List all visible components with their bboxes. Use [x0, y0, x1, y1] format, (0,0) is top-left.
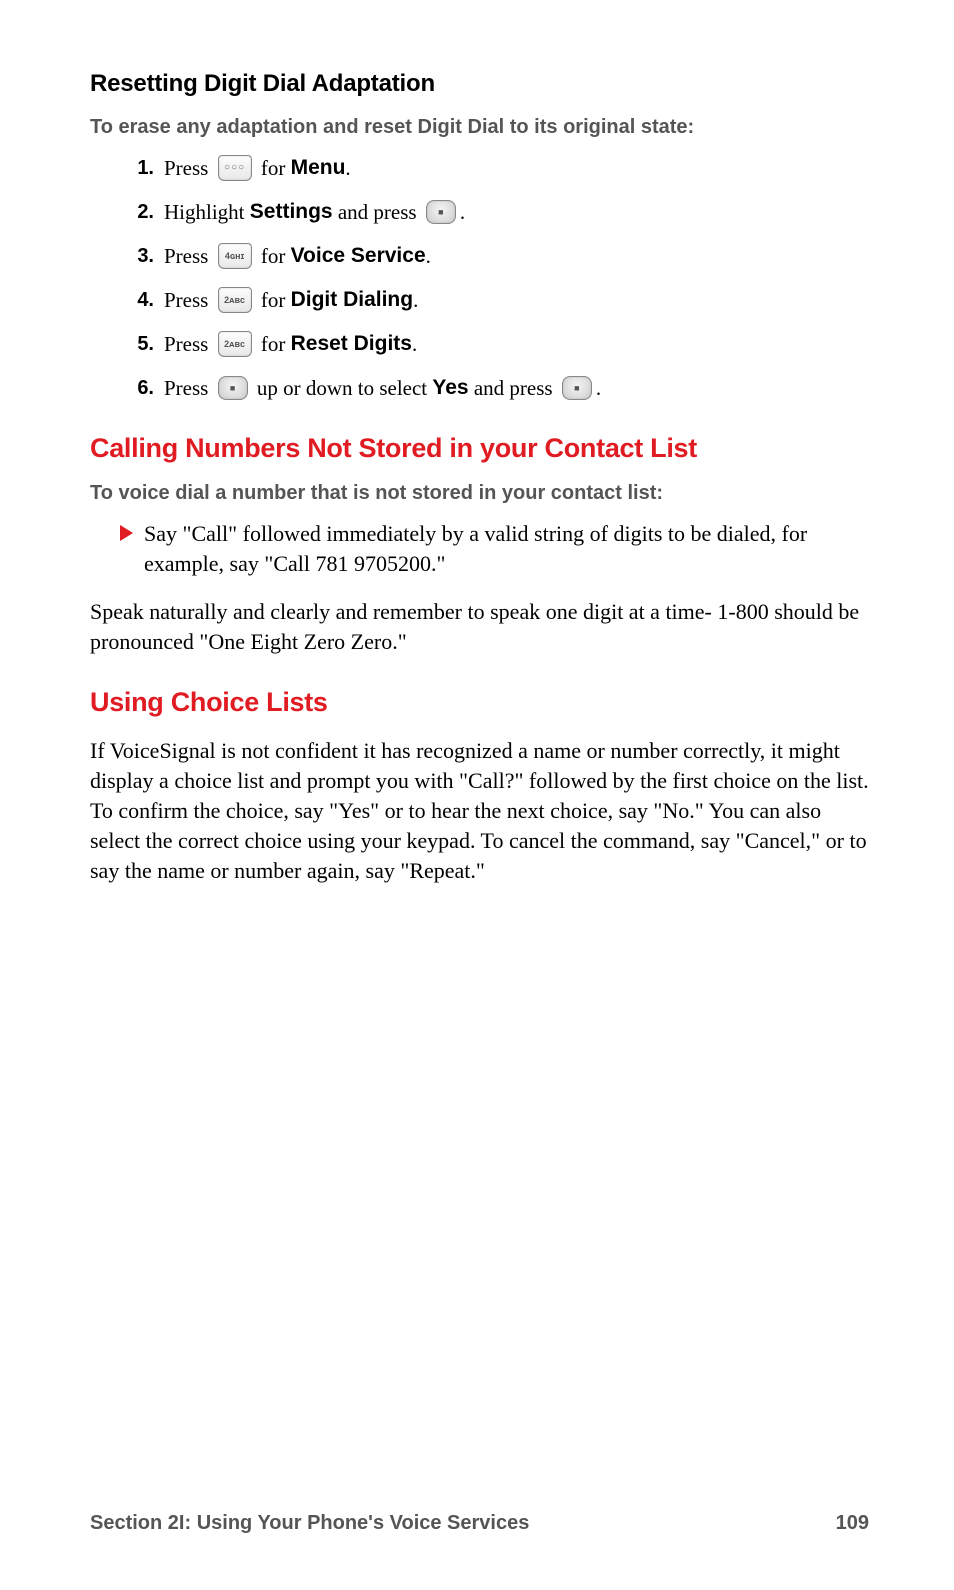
ok-key-icon: ■: [218, 376, 248, 400]
t: Press: [164, 373, 214, 403]
t: .: [460, 197, 465, 227]
heading-reset: Resetting Digit Dial Adaptation: [90, 70, 869, 98]
t: .: [596, 373, 601, 403]
t: for: [256, 153, 291, 183]
t: for: [256, 329, 291, 359]
t: for: [256, 285, 291, 315]
intro-calling: To voice dial a number that is not store…: [90, 482, 869, 505]
bullet-text: Say "Call" followed immediately by a val…: [144, 519, 869, 579]
t: .: [345, 153, 350, 183]
step-6: 6. Press ■ up or down to select Yes and …: [130, 373, 869, 403]
2abc-key-icon: 2ᴀʙᴄ: [218, 331, 252, 357]
heading-choice: Using Choice Lists: [90, 687, 869, 718]
t: and press: [333, 197, 422, 227]
para-choice: If VoiceSignal is not confident it has r…: [90, 736, 869, 886]
step-num: 1.: [130, 153, 164, 183]
intro-reset: To erase any adaptation and reset Digit …: [90, 116, 869, 139]
footer-section: Section 2I: Using Your Phone's Voice Ser…: [90, 1512, 529, 1535]
step-num: 6.: [130, 373, 164, 403]
bullet-call: Say "Call" followed immediately by a val…: [90, 519, 869, 579]
step-num: 3.: [130, 241, 164, 271]
ok-key-icon: ■: [562, 376, 592, 400]
t: Yes: [432, 373, 468, 403]
steps-list: 1. Press ○○○ for Menu . 2. Highlight Set…: [90, 153, 869, 403]
heading-calling: Calling Numbers Not Stored in your Conta…: [90, 433, 869, 464]
t: Reset Digits: [291, 329, 412, 359]
page-number: 109: [836, 1512, 869, 1535]
t: .: [413, 285, 418, 315]
t: Press: [164, 241, 214, 271]
step-num: 4.: [130, 285, 164, 315]
menu-key-icon: ○○○: [218, 155, 252, 181]
2abc-key-icon: 2ᴀʙᴄ: [218, 287, 252, 313]
triangle-icon: [120, 525, 133, 541]
step-1: 1. Press ○○○ for Menu .: [130, 153, 869, 183]
t: for: [256, 241, 291, 271]
step-3: 3. Press 4ɢʜɪ for Voice Service .: [130, 241, 869, 271]
t: Highlight: [164, 197, 250, 227]
step-5: 5. Press 2ᴀʙᴄ for Reset Digits .: [130, 329, 869, 359]
step-num: 2.: [130, 197, 164, 227]
4ghi-key-icon: 4ɢʜɪ: [218, 243, 252, 269]
step-num: 5.: [130, 329, 164, 359]
t: Digit Dialing: [291, 285, 414, 315]
para-speak: Speak naturally and clearly and remember…: [90, 597, 869, 657]
t: Press: [164, 329, 214, 359]
t: Press: [164, 153, 214, 183]
t: Press: [164, 285, 214, 315]
t: Settings: [250, 197, 333, 227]
page-footer: Section 2I: Using Your Phone's Voice Ser…: [90, 1512, 869, 1535]
step-2: 2. Highlight Settings and press ■ .: [130, 197, 869, 227]
t: Voice Service: [291, 241, 426, 271]
t: up or down to select: [252, 373, 433, 403]
ok-key-icon: ■: [426, 200, 456, 224]
t: .: [426, 241, 431, 271]
t: .: [412, 329, 417, 359]
step-4: 4. Press 2ᴀʙᴄ for Digit Dialing .: [130, 285, 869, 315]
t: and press: [469, 373, 558, 403]
t: Menu: [291, 153, 346, 183]
